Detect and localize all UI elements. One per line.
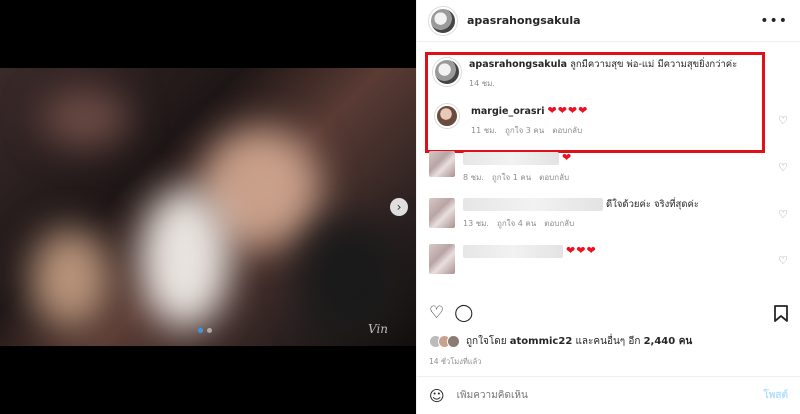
comments-list: apasrahongsakula ลูกมีความสุข พ่อ-แม่ มี… (417, 46, 800, 296)
comment-body: ดีใจด้วยค่ะ จริงที่สุดค่ะ 13 ชม. ถูกใจ 4… (463, 198, 699, 230)
heart-emoji: ❤❤❤❤ (547, 104, 589, 117)
photo-signature: Vin (368, 322, 389, 336)
likes-user[interactable]: atommic22 (510, 336, 573, 347)
comment-row: margie_orasri ❤❤❤❤ 11 ชม. ถูกใจ 3 คน ตอบ… (429, 104, 788, 137)
comment-icon[interactable]: ◯ (454, 303, 473, 323)
photo-light (30, 228, 110, 328)
comment-body: ❤❤❤ (463, 244, 597, 258)
comment-time: 8 ชม. (463, 173, 484, 182)
blurred-username (463, 152, 559, 165)
comment-input[interactable] (456, 390, 764, 401)
blurred-username (463, 245, 563, 258)
bookmark-icon[interactable] (774, 304, 788, 322)
caption-username[interactable]: apasrahongsakula (469, 59, 567, 70)
caption-text: ลูกมีความสุข พ่อ-แม่ มีความสุขยิ่งกว่าค่… (570, 59, 738, 70)
caption-time: 14 ชม. (469, 79, 495, 88)
likes-text: ถูกใจโดย atommic22 และคนอื่นๆ อีก 2,440 … (466, 334, 692, 349)
comment-likes[interactable]: ถูกใจ 4 คน (497, 217, 536, 230)
photo-light (40, 88, 130, 148)
comment-row: ❤ 8 ชม. ถูกใจ 1 คน ตอบกลับ ♡ (429, 151, 788, 184)
carousel-dots (198, 328, 212, 333)
comment-text: ดีใจด้วยค่ะ จริงที่สุดค่ะ (606, 199, 699, 210)
avatar[interactable] (435, 104, 459, 128)
photo-light (300, 218, 400, 338)
avatar[interactable] (433, 58, 461, 86)
comment-body: ❤ 8 ชม. ถูกใจ 1 คน ตอบกลับ (463, 151, 572, 184)
reply-link[interactable]: ตอบกลับ (539, 171, 569, 184)
avatar (447, 335, 460, 348)
avatar[interactable] (429, 6, 457, 35)
comment-meta: 11 ชม. ถูกใจ 3 คน ตอบกลับ (471, 124, 588, 137)
comment-row: ❤❤❤ ♡ (429, 244, 788, 274)
comment-meta: 8 ชม. ถูกใจ 1 คน ตอบกลับ (463, 171, 572, 184)
caption-row: apasrahongsakula ลูกมีความสุข พ่อ-แม่ มี… (429, 58, 788, 90)
caption-meta: 14 ชม. (469, 77, 737, 90)
caption-body: apasrahongsakula ลูกมีความสุข พ่อ-แม่ มี… (469, 58, 737, 90)
blurred-avatar (429, 198, 455, 228)
post-button[interactable]: โพสต์ (763, 388, 788, 403)
emoji-icon[interactable]: ☺ (429, 387, 445, 405)
comment-time: 13 ชม. (463, 219, 489, 228)
media-panel: › Vin (0, 0, 416, 414)
heart-emoji: ❤❤❤ (566, 244, 597, 257)
comment-likes[interactable]: ถูกใจ 3 คน (505, 124, 544, 137)
heart-outline-icon[interactable]: ♡ (778, 208, 788, 221)
blurred-avatar (429, 244, 455, 274)
post-photo[interactable] (0, 68, 416, 346)
comment-meta: 13 ชม. ถูกใจ 4 คน ตอบกลับ (463, 217, 699, 230)
comment-body: margie_orasri ❤❤❤❤ 11 ชม. ถูกใจ 3 คน ตอบ… (471, 104, 588, 137)
reply-link[interactable]: ตอบกลับ (552, 124, 582, 137)
reply-link[interactable]: ตอบกลับ (544, 217, 574, 230)
post-header: apasrahongsakula ••• (417, 0, 800, 42)
photo-light (140, 188, 230, 328)
post-details-panel: apasrahongsakula ••• apasrahongsakula ลู… (416, 0, 800, 414)
carousel-dot (198, 328, 203, 333)
action-bar: ♡ ◯ (429, 300, 788, 326)
next-photo-button[interactable]: › (390, 198, 408, 216)
more-horizontal-icon[interactable]: ••• (760, 13, 788, 29)
comment-time: 11 ชม. (471, 126, 497, 135)
likes-prefix: ถูกใจโดย (466, 336, 507, 347)
likes-count[interactable]: 2,440 คน (644, 336, 693, 347)
heart-outline-icon[interactable]: ♡ (778, 254, 788, 267)
heart-outline-icon[interactable]: ♡ (778, 161, 788, 174)
heart-emoji: ❤ (562, 151, 573, 164)
header-username[interactable]: apasrahongsakula (467, 14, 760, 27)
instagram-post-view: › Vin apasrahongsakula ••• apasrahongsak… (0, 0, 800, 414)
comment-row: ดีใจด้วยค่ะ จริงที่สุดค่ะ 13 ชม. ถูกใจ 4… (429, 198, 788, 230)
blurred-username (463, 198, 603, 211)
post-time: 14 ชั่วโมงที่แล้ว (429, 357, 482, 366)
comment-likes[interactable]: ถูกใจ 1 คน (492, 171, 531, 184)
blurred-avatar (429, 151, 455, 177)
heart-outline-icon[interactable]: ♡ (778, 114, 788, 127)
likes-line: ถูกใจโดย atommic22 และคนอื่นๆ อีก 2,440 … (429, 334, 692, 349)
heart-outline-icon[interactable]: ♡ (429, 303, 444, 323)
carousel-dot (207, 328, 212, 333)
comment-username[interactable]: margie_orasri (471, 106, 544, 117)
likes-middle: และคนอื่นๆ อีก (575, 336, 641, 347)
add-comment-bar: ☺ โพสต์ (417, 376, 800, 414)
